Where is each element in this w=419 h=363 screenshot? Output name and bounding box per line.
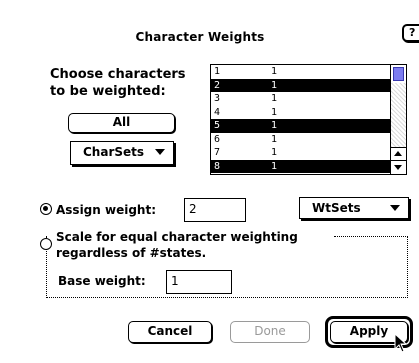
base-weight-label: Base weight: bbox=[58, 274, 146, 288]
scale-radio[interactable] bbox=[40, 238, 52, 250]
list-item[interactable]: 41 bbox=[211, 106, 391, 120]
character-weight: 1 bbox=[271, 93, 278, 104]
character-number: 1 bbox=[214, 66, 221, 77]
character-weight: 1 bbox=[271, 160, 278, 172]
wtsets-popup[interactable]: WtSets bbox=[299, 197, 409, 219]
charsets-label: CharSets bbox=[83, 145, 145, 159]
character-weight: 1 bbox=[271, 120, 278, 131]
character-weight: 1 bbox=[271, 79, 278, 91]
assign-weight-radio[interactable] bbox=[40, 203, 52, 215]
chevron-down-icon bbox=[155, 149, 165, 155]
character-weight: 1 bbox=[271, 147, 278, 158]
scale-label: Scale for equal character weighting rega… bbox=[56, 230, 298, 260]
character-number: 5 bbox=[214, 120, 221, 131]
base-weight-input[interactable]: 1 bbox=[166, 270, 232, 294]
character-number: 3 bbox=[214, 93, 221, 104]
list-item[interactable]: 11 bbox=[211, 65, 391, 79]
choose-characters-label: Choose characters to be weighted: bbox=[50, 67, 186, 99]
character-number: 2 bbox=[214, 79, 221, 91]
charsets-popup[interactable]: CharSets bbox=[70, 141, 174, 165]
list-scrollbar[interactable] bbox=[390, 65, 406, 174]
character-weight: 1 bbox=[271, 106, 278, 118]
assign-weight-label: Assign weight: bbox=[56, 203, 157, 217]
list-item[interactable]: 31 bbox=[211, 92, 391, 106]
list-item[interactable]: 61 bbox=[211, 133, 391, 147]
character-weight: 1 bbox=[271, 66, 278, 77]
scroll-down-icon[interactable] bbox=[391, 160, 406, 173]
dialog-title: Character Weights bbox=[135, 30, 265, 44]
list-item[interactable]: 71 bbox=[211, 146, 391, 160]
weight-input[interactable]: 2 bbox=[184, 198, 246, 222]
list-item[interactable]: 81 bbox=[211, 159, 391, 173]
cancel-button[interactable]: Cancel bbox=[128, 321, 212, 343]
character-number: 4 bbox=[214, 106, 221, 118]
character-number: 6 bbox=[214, 133, 221, 145]
scroll-thumb[interactable] bbox=[393, 67, 404, 81]
character-number: 7 bbox=[214, 147, 221, 158]
list-item[interactable]: 21 bbox=[211, 78, 391, 92]
done-button[interactable]: Done bbox=[230, 321, 310, 343]
wtsets-label: WtSets bbox=[312, 201, 361, 215]
character-weight: 1 bbox=[271, 133, 278, 145]
list-item[interactable]: 51 bbox=[211, 119, 391, 133]
character-number: 8 bbox=[214, 160, 221, 172]
cursor-icon bbox=[394, 333, 408, 353]
scroll-up-icon[interactable] bbox=[391, 147, 406, 160]
all-button[interactable]: All bbox=[68, 113, 175, 133]
character-rows: 1121314151617181 bbox=[211, 65, 391, 173]
character-weights-dialog: Character Weights ? Choose characters to… bbox=[0, 0, 419, 363]
help-button[interactable]: ? bbox=[402, 24, 419, 42]
scroll-track[interactable] bbox=[391, 83, 406, 147]
character-list[interactable]: 1121314151617181 bbox=[210, 64, 407, 175]
chevron-down-icon bbox=[390, 205, 400, 211]
